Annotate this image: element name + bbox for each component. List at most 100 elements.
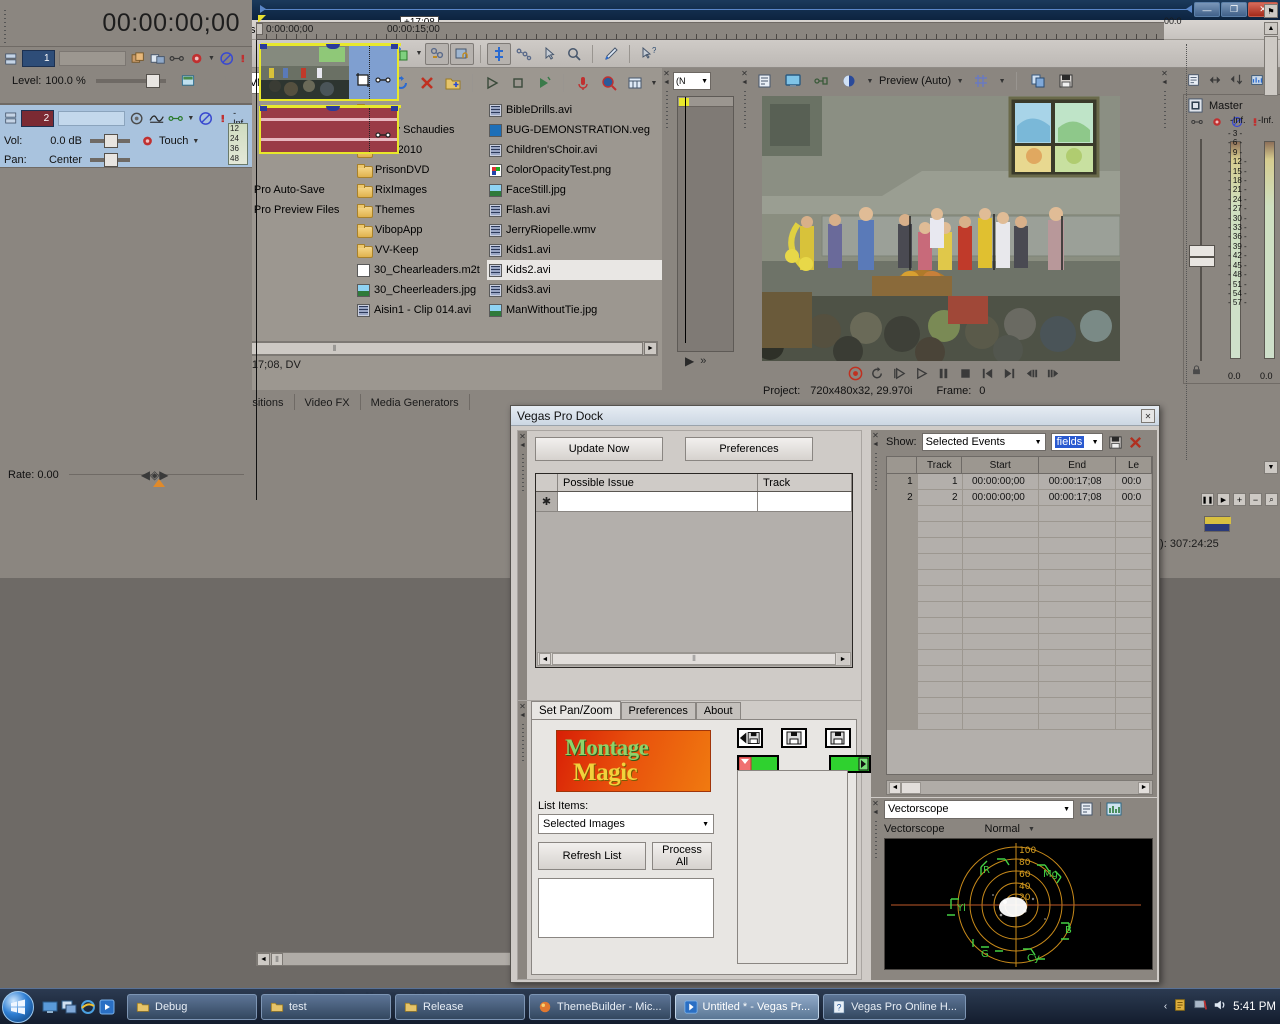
process-all-button[interactable]: Process All	[652, 842, 712, 870]
events-row-empty[interactable]	[887, 538, 1152, 554]
events-col-header[interactable]: Start	[962, 457, 1040, 473]
timeline-ruler[interactable]: 0:00:00;00 00:00:15;00	[256, 22, 1164, 40]
track-header-video[interactable]: 1 ▼ Level: 100.0 %	[0, 46, 252, 104]
rate-reset-marker[interactable]	[152, 479, 165, 487]
track-name-video[interactable]	[58, 51, 127, 66]
pan-slider[interactable]	[90, 153, 130, 167]
taskbar-button[interactable]: Debug	[127, 993, 257, 1020]
media-player-icon[interactable]	[99, 999, 115, 1015]
taskbar-clock[interactable]: 5:41 PM	[1233, 1001, 1276, 1013]
taskbar-button[interactable]: ThemeBuilder - Mic...	[529, 993, 671, 1020]
scope-type-combo[interactable]: Vectorscope ▼	[884, 799, 1074, 819]
events-col-header[interactable]: Track	[917, 457, 963, 473]
collapse-icon[interactable]: ◄	[519, 442, 526, 449]
save-icon[interactable]	[1108, 435, 1123, 450]
track-record-icon[interactable]	[180, 73, 196, 88]
events-row-empty[interactable]	[887, 554, 1152, 570]
issues-cell-possible-issue[interactable]	[558, 492, 758, 512]
track-number-audio[interactable]: 2	[21, 109, 55, 127]
switch-window-icon[interactable]	[61, 999, 77, 1015]
issues-col-possible-issue[interactable]: Possible Issue	[558, 474, 758, 491]
close-icon[interactable]: ✕	[519, 433, 526, 441]
events-row-empty[interactable]	[887, 634, 1152, 650]
automation-icon[interactable]	[168, 111, 183, 126]
possible-issues-grid[interactable]: Possible Issue Track ✱ ◄ ⦀ ►	[535, 473, 853, 668]
chevron-down-icon[interactable]: ▼	[192, 138, 199, 145]
clip-fx-icon[interactable]	[375, 72, 391, 91]
drag-handle[interactable]	[874, 453, 877, 493]
vectorscope-mode-value[interactable]: Normal	[985, 823, 1020, 835]
volume-slider-knob[interactable]	[104, 134, 118, 148]
chevron-down-icon[interactable]: ▼	[208, 55, 215, 62]
drag-handle[interactable]	[874, 821, 877, 861]
dock-close-button[interactable]: ✕	[1141, 409, 1155, 423]
issues-grid-hscrollbar[interactable]: ◄ ⦀ ►	[537, 652, 851, 666]
track-expand-icon[interactable]	[4, 110, 17, 126]
automation-settings-icon[interactable]	[189, 51, 204, 66]
events-row-empty[interactable]	[887, 602, 1152, 618]
solo-icon[interactable]	[218, 111, 228, 126]
track-up-icon[interactable]	[200, 73, 214, 88]
events-col-header[interactable]: Le	[1116, 457, 1152, 473]
collapse-icon[interactable]: ◄	[872, 441, 879, 448]
track-header-audio[interactable]: 2 ▼ -Inf. Vol: 0.0 dB	[0, 104, 252, 168]
network-icon[interactable]	[1193, 998, 1208, 1015]
track-fx-icon[interactable]	[129, 111, 144, 126]
events-row-empty[interactable]	[887, 618, 1152, 634]
timeline-clip-audio[interactable]	[259, 105, 401, 154]
dock-titlebar[interactable]: Vegas Pro Dock ✕	[511, 406, 1159, 426]
mute-icon[interactable]	[198, 111, 213, 126]
events-row-empty[interactable]	[887, 666, 1152, 682]
automation-mode-icon[interactable]	[140, 134, 155, 148]
track-name-audio[interactable]	[58, 110, 126, 126]
events-grid[interactable]: Track Start End Le 1 1 00:00:00;00 00:00:17;08…	[886, 456, 1153, 775]
chevron-down-icon[interactable]: ▼	[187, 115, 194, 122]
events-row-empty[interactable]	[887, 506, 1152, 522]
events-col-header[interactable]: End	[1039, 457, 1117, 473]
timeline-overview-clip[interactable]	[1204, 516, 1231, 532]
events-grid-hscrollbar[interactable]: ◄ ►	[886, 780, 1153, 795]
chevron-down-icon[interactable]: ▼	[1028, 826, 1035, 833]
scroll-down-icon[interactable]: ▼	[1264, 461, 1278, 474]
scope-preset-icon[interactable]	[1106, 801, 1122, 817]
preferences-button[interactable]: Preferences	[685, 437, 813, 461]
timeline-clip-video[interactable]	[259, 43, 401, 101]
track-fx-icon[interactable]	[130, 51, 145, 66]
marker-flag-icon[interactable]: ⚑	[1264, 4, 1278, 18]
save-right-icon[interactable]	[825, 728, 851, 748]
timeline-panel-grip[interactable]	[0, 0, 9, 46]
show-filter-combo[interactable]: Selected Events ▼	[921, 433, 1046, 451]
events-row-empty[interactable]	[887, 570, 1152, 586]
action-center-icon[interactable]	[1173, 998, 1187, 1015]
close-icon[interactable]: ✕	[519, 703, 526, 711]
save-icon[interactable]	[781, 728, 807, 748]
mute-icon[interactable]	[219, 51, 234, 66]
save-left-icon[interactable]	[737, 728, 763, 748]
collapse-icon[interactable]: ◄	[519, 712, 526, 719]
events-row-empty[interactable]	[887, 714, 1152, 730]
events-row-empty[interactable]	[887, 698, 1152, 714]
issues-new-row[interactable]: ✱	[536, 492, 852, 512]
drag-handle[interactable]	[521, 454, 524, 494]
pan-slider-knob[interactable]	[104, 153, 118, 167]
montage-tab-about[interactable]: About	[695, 702, 741, 719]
close-icon[interactable]: ✕	[872, 432, 879, 440]
drag-handle[interactable]	[521, 724, 524, 764]
track-expand-icon[interactable]	[4, 51, 18, 67]
list-items-combo[interactable]: Selected Images ▼	[538, 814, 714, 834]
timeline-vertical-scrollbar[interactable]	[1264, 36, 1278, 96]
issues-panel-grip[interactable]: ✕ ◄	[518, 431, 527, 704]
show-desktop-icon[interactable]	[42, 999, 58, 1015]
level-slider-knob[interactable]	[145, 73, 160, 88]
touch-label[interactable]: Touch	[159, 135, 188, 147]
close-icon[interactable]: ✕	[872, 800, 879, 808]
units-combo[interactable]: fields ▼	[1050, 433, 1103, 451]
drag-handle[interactable]	[3, 10, 6, 46]
zoom-out-icon[interactable]: −	[1249, 493, 1262, 506]
issues-col-track[interactable]: Track	[758, 474, 852, 491]
events-row[interactable]: 2 2 00:00:00;00 00:00:17;08 00:0	[887, 490, 1152, 506]
events-row-empty[interactable]	[887, 682, 1152, 698]
clip-fx-icon[interactable]	[375, 127, 391, 146]
montage-magic-panel-grip[interactable]: ✕ ◄	[518, 701, 527, 979]
zoom-in-icon[interactable]: +	[1233, 493, 1246, 506]
